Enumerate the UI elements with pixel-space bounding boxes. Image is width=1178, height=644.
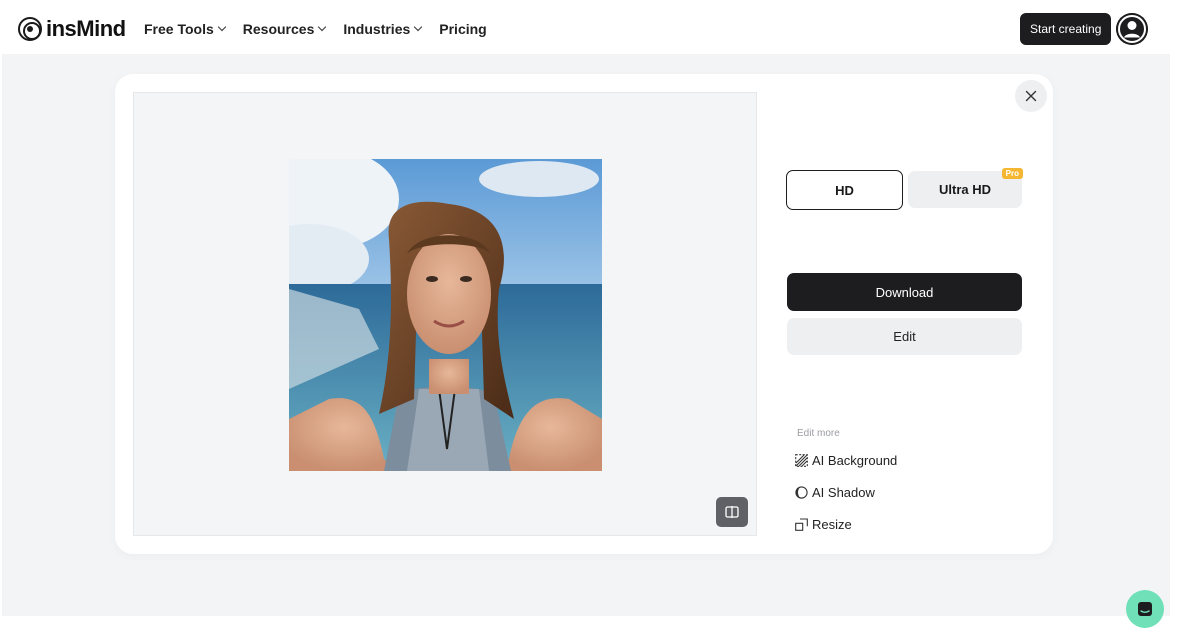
result-photo <box>289 159 602 471</box>
nav-item-resources[interactable]: Resources <box>242 21 327 37</box>
nav-item-label: Industries <box>343 21 411 37</box>
edit-more-item-label: AI Shadow <box>812 484 875 500</box>
shadow-icon <box>795 485 808 499</box>
top-navbar: insMind Free Tools Resources Industries … <box>0 0 1178 56</box>
user-avatar[interactable] <box>1116 13 1148 45</box>
chat-button[interactable] <box>1126 590 1164 628</box>
compare-icon <box>725 506 739 518</box>
download-button[interactable]: Download <box>787 273 1022 311</box>
logo[interactable]: insMind <box>18 16 126 42</box>
edit-more-heading: Edit more <box>797 428 840 439</box>
nav-item-label: Free Tools <box>144 21 214 37</box>
edit-more-item-label: Resize <box>812 516 852 532</box>
resolution-label: HD <box>835 182 854 198</box>
nav-item-pricing[interactable]: Pricing <box>439 21 486 37</box>
resolution-ultra-hd-option[interactable]: Ultra HD Pro <box>908 168 1023 208</box>
chat-icon <box>1138 602 1152 616</box>
nav-item-label: Resources <box>242 21 315 37</box>
user-icon <box>1116 13 1148 45</box>
nav-item-industries[interactable]: Industries <box>343 21 423 37</box>
resolution-label: Ultra HD <box>938 182 991 197</box>
resize-link[interactable]: Resize <box>795 515 852 533</box>
close-icon <box>1025 90 1037 102</box>
compare-button[interactable] <box>716 497 748 527</box>
logo-mark-icon <box>18 17 42 41</box>
pro-badge: Pro <box>1001 168 1023 179</box>
hatch-icon <box>795 453 808 467</box>
ai-shadow-link[interactable]: AI Shadow <box>795 483 875 501</box>
edit-more-item-label: AI Background <box>812 452 898 468</box>
nav-item-label: Pricing <box>439 21 487 37</box>
resize-icon <box>795 517 808 531</box>
nav-menu: Free Tools Resources Industries Pricing <box>144 18 505 40</box>
start-creating-button[interactable]: Start creating <box>1020 13 1112 45</box>
result-modal: HD Ultra HD Pro Download Edit Edit more … <box>115 74 1053 554</box>
ai-background-link[interactable]: AI Background <box>795 451 897 469</box>
photo-image <box>289 159 602 471</box>
edit-button[interactable]: Edit <box>787 318 1022 355</box>
image-preview-area <box>133 92 757 536</box>
resolution-hd-option[interactable]: HD <box>786 170 903 210</box>
nav-item-free-tools[interactable]: Free Tools <box>144 21 227 37</box>
chevron-down-icon <box>217 22 227 32</box>
close-button[interactable] <box>1015 80 1047 112</box>
logo-text: insMind <box>46 16 126 41</box>
chevron-down-icon <box>318 22 327 32</box>
chevron-down-icon <box>414 22 423 32</box>
